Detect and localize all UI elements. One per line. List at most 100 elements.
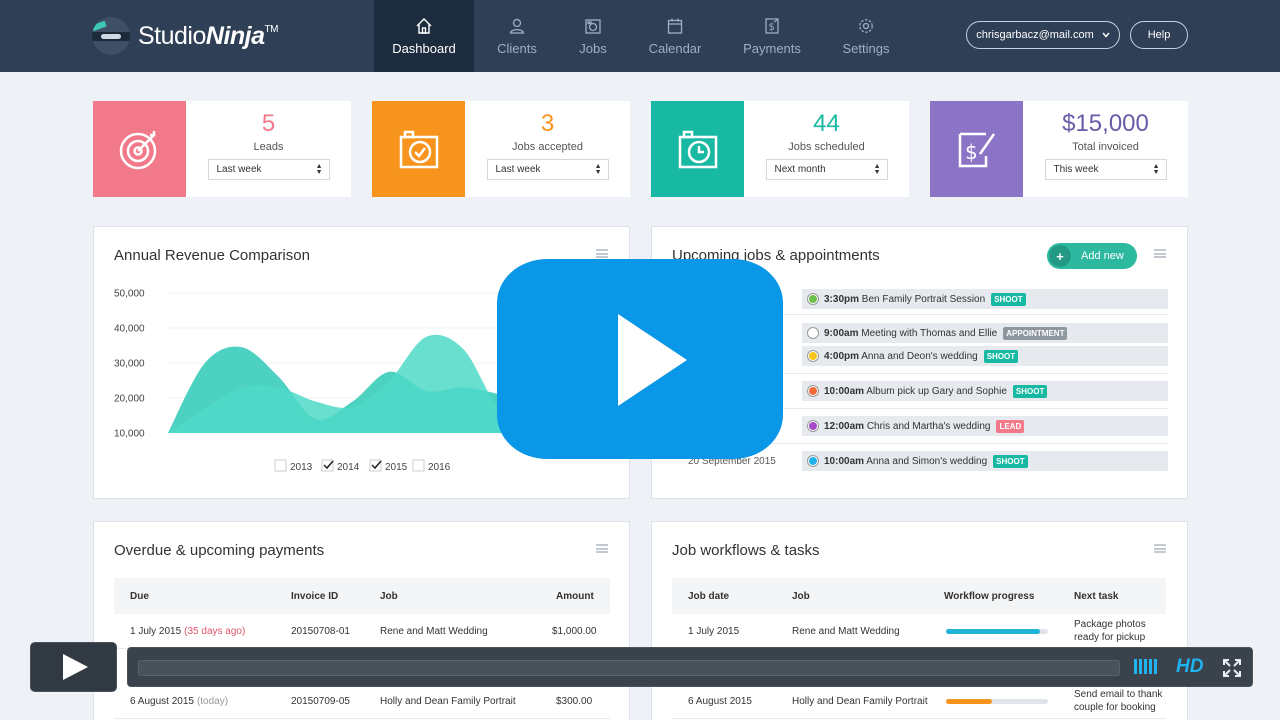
column-header: Invoice ID [291,590,339,602]
nav-calendar[interactable]: Calendar [626,0,724,72]
appointment-item[interactable]: 12:00am Chris and Martha's wedding LEAD [802,416,1168,436]
legend-item-2015[interactable]: 2015 [369,459,408,473]
user-email: chrisgarbacz@mail.com [976,29,1094,41]
panel-menu-icon[interactable] [1154,544,1166,553]
nav-label: Payments [743,40,801,56]
calendar-icon [667,18,683,34]
appointment-tag: LEAD [996,419,1025,433]
legend-item-2016[interactable]: 2016 [412,459,451,473]
stat-label: Leads [253,141,284,153]
next-task-cell: Package photos ready for pickup [1074,619,1146,643]
panel-title: Job workflows & tasks [672,542,820,559]
nav-clients[interactable]: Clients [474,0,560,72]
status-dot [808,328,818,338]
status-dot [808,351,818,361]
status-dot [808,456,818,466]
volume-icon[interactable] [1134,659,1157,674]
appointment-time: 9:00am [824,327,859,339]
nav-jobs[interactable]: Jobs [560,0,626,72]
chevron-down-icon [1102,32,1110,38]
video-play-overlay-button[interactable] [497,259,783,459]
job-date-cell: 6 August 2015 [688,695,752,707]
job-cell: Rene and Matt Wedding [380,625,488,637]
stat-card-total-invoiced: $ $15,000 Total invoiced This week ▲ ▼ [930,101,1188,197]
stat-card-jobs-scheduled: 44 Jobs scheduled Next month ▲ ▼ [651,101,909,197]
table-row[interactable]: 1 July 2015 (35 days ago) 20150708-01 Ren… [114,614,610,649]
table-row[interactable]: 6 August 2015 (today) 20150709-05 Holly a… [114,684,610,719]
column-header: Next task [1074,590,1119,602]
job-date-cell: 1 July 2015 [688,625,740,637]
appointment-item[interactable]: 10:00am Album pick up Gary and Sophie SHO… [802,381,1168,401]
column-header: Job [792,590,810,602]
fullscreen-icon[interactable] [1222,658,1242,678]
status-dot [808,421,818,431]
hd-toggle[interactable]: HD [1176,656,1203,678]
select-arrows-icon: ▲ ▼ [315,162,323,176]
invoice-cell: 20150709-05 [291,695,350,707]
appointment-item[interactable]: 4:00pm Anna and Deon's wedding SHOOT [802,346,1168,366]
panel-menu-icon[interactable] [1154,249,1166,258]
camera-icon [585,18,601,34]
appointment-item[interactable]: 3:30pm Ben Family Portrait Session SHOOT [802,289,1168,309]
stat-value: 44 [813,110,840,137]
appointment-item[interactable]: 10:00am Anna and Simon's wedding SHOOT [802,451,1168,471]
nav-dashboard[interactable]: Dashboard [374,0,474,72]
stat-label: Total invoiced [1072,141,1139,153]
invoice-cell: 20150708-01 [291,625,350,637]
legend-item-2013[interactable]: 2013 [274,459,313,473]
panel-menu-icon[interactable] [596,544,608,553]
legend-label: 2014 [337,462,360,473]
appointment-title: Anna and Deon's wedding [861,350,978,362]
user-account-dropdown[interactable]: chrisgarbacz@mail.com [966,21,1120,49]
nav-settings[interactable]: Settings [820,0,912,72]
appointment-tag: SHOOT [993,454,1028,468]
select-arrows-icon: ▲ ▼ [594,162,602,176]
stat-tile [372,101,465,197]
camera-clock-icon [678,130,717,169]
y-tick-label: 30,000 [114,359,145,370]
select-arrows-icon: ▲ ▼ [873,162,881,176]
period-select[interactable]: Next month ▲ ▼ [765,159,888,180]
plus-icon: + [1049,245,1071,267]
appointment-title: Chris and Martha's wedding [866,420,991,432]
nav-label: Calendar [648,40,702,56]
appointment-item[interactable]: 9:00am Meeting with Thomas and Ellie APPO… [802,323,1168,343]
table-row[interactable]: 1 July 2015 Rene and Matt Wedding Packag… [672,614,1166,649]
stat-value: 5 [261,110,276,137]
top-navbar: StudioNinjaTM Dashboard Clients Jobs Cal… [0,0,1280,72]
player-play-button[interactable] [30,642,117,692]
player-progress-bar[interactable] [138,660,1120,676]
legend-label: 2016 [428,462,451,473]
player-control-bar: HD [127,647,1253,687]
stat-tile [651,101,744,197]
stat-card-leads: 5 Leads Last week ▲ ▼ [93,101,351,197]
appointment-tag: SHOOT [983,349,1019,363]
logo-text: StudioNinjaTM [138,21,278,50]
main-nav: Dashboard Clients Jobs Calendar $ Paymen… [374,0,912,72]
appointment-time: 12:00am [824,420,865,432]
table-row[interactable]: 6 August 2015 Holly and Dean Family Port… [672,684,1166,719]
y-tick-label: 50,000 [114,289,145,300]
appointment-time: 10:00am [824,455,865,467]
table-header: Job date Job Workflow progress Next task [672,578,1166,614]
help-button[interactable]: Help [1130,21,1188,49]
nav-payments[interactable]: $ Payments [724,0,820,72]
due-cell: 6 August 2015 (today) [130,695,229,707]
period-select[interactable]: Last week ▲ ▼ [486,159,609,180]
add-new-button[interactable]: + Add new [1047,243,1137,269]
svg-text:$: $ [769,22,775,33]
stat-value: 3 [540,110,555,137]
payments-panel: Overdue & upcoming payments Due Invoice … [93,521,630,720]
stat-label: Jobs scheduled [788,141,865,153]
target-icon [119,131,156,170]
legend-item-2014[interactable]: 2014 [321,459,360,473]
column-header: Amount [556,590,594,602]
period-select[interactable]: Last week ▲ ▼ [207,159,330,180]
ninja-logo-icon [92,17,130,55]
period-select[interactable]: This week ▲ ▼ [1044,159,1167,180]
column-header: Job date [688,590,730,602]
appointment-time: 3:30pm [824,293,860,305]
studio-ninja-logo[interactable]: StudioNinjaTM [92,16,278,56]
legend-label: 2013 [290,462,313,473]
job-cell: Holly and Dean Family Portrait [792,695,928,707]
